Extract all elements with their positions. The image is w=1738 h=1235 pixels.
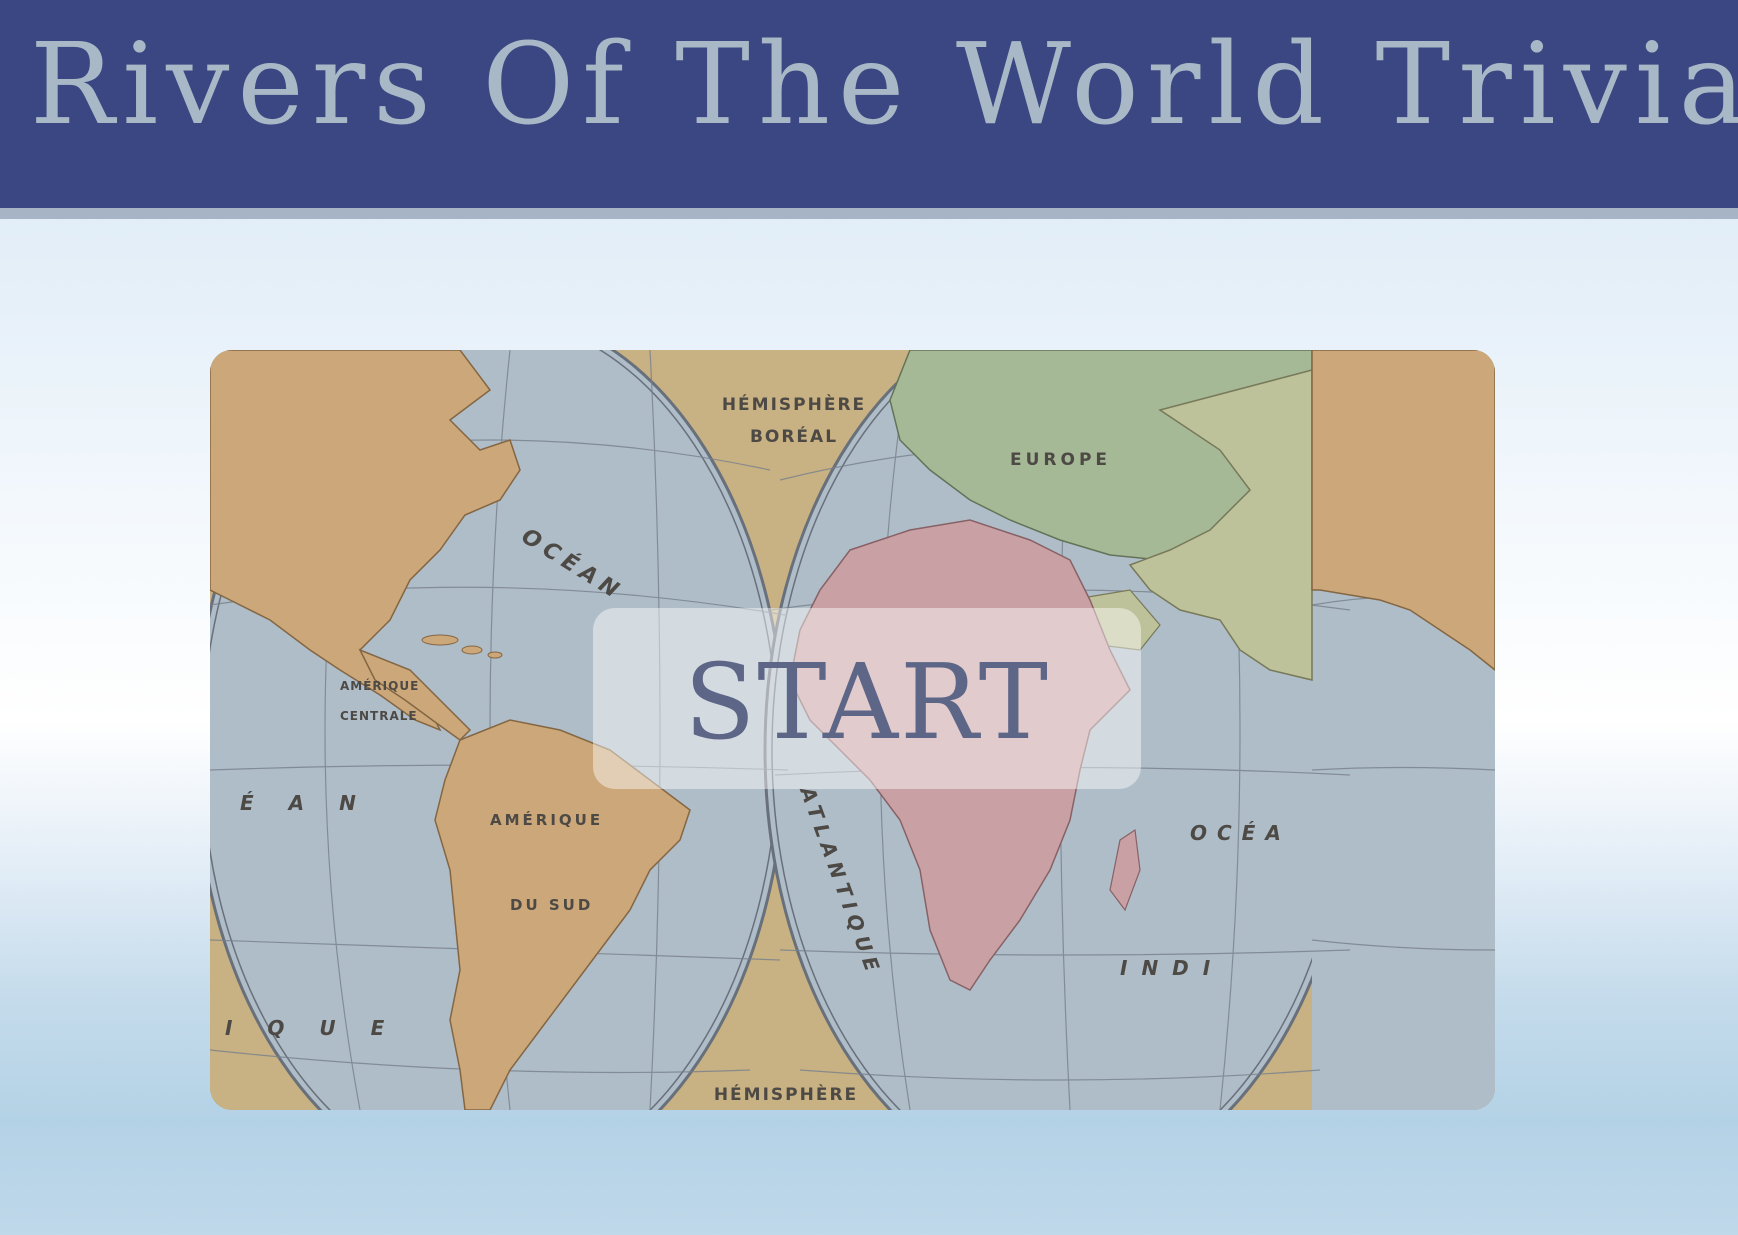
start-button[interactable]: START bbox=[593, 608, 1141, 789]
header-bar: Rivers Of The World Trivia bbox=[0, 0, 1738, 219]
page-title: Rivers Of The World Trivia bbox=[30, 20, 1738, 150]
start-button-label: START bbox=[684, 640, 1050, 763]
